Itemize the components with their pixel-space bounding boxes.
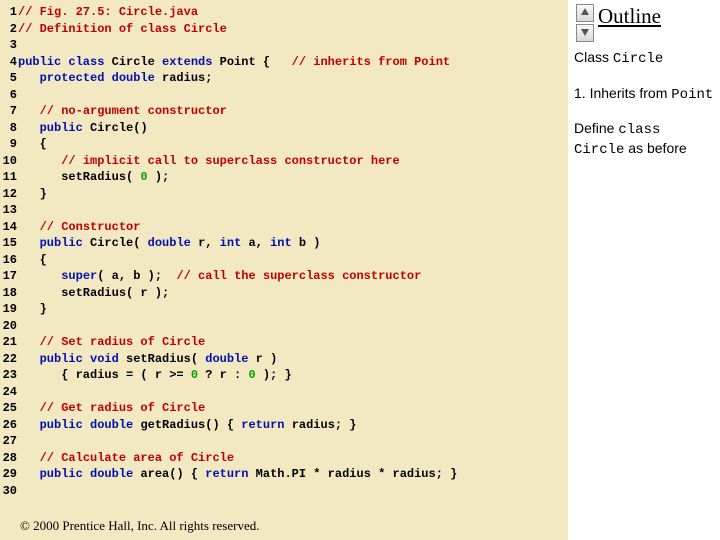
line-text xyxy=(17,202,568,219)
line-number: 7 xyxy=(0,103,17,120)
line-number: 8 xyxy=(0,120,17,137)
line-number: 10 xyxy=(0,153,17,170)
code-body: 1// Fig. 27.5: Circle.java2// Definition… xyxy=(0,0,568,516)
code-line: 29 public double area() { return Math.PI… xyxy=(0,466,568,483)
line-text: } xyxy=(17,301,568,318)
line-text: public double area() { return Math.PI * … xyxy=(17,466,568,483)
code-line: 9 { xyxy=(0,136,568,153)
code-line: 24 xyxy=(0,384,568,401)
line-text: // Fig. 27.5: Circle.java xyxy=(17,4,568,21)
line-number: 4 xyxy=(0,54,17,71)
outline-note: 1. Inherits from Point xyxy=(574,85,716,105)
line-text: public Circle( double r, int a, int b ) xyxy=(17,235,568,252)
line-number: 1 xyxy=(0,4,17,21)
code-line: 12 } xyxy=(0,186,568,203)
code-line: 7 // no-argument constructor xyxy=(0,103,568,120)
line-number: 5 xyxy=(0,70,17,87)
line-number: 22 xyxy=(0,351,17,368)
copyright-footer: © 2000 Prentice Hall, Inc. All rights re… xyxy=(0,516,568,540)
line-number: 30 xyxy=(0,483,17,500)
code-line: 16 { xyxy=(0,252,568,269)
code-line: 28 // Calculate area of Circle xyxy=(0,450,568,467)
line-text: public void setRadius( double r ) xyxy=(17,351,568,368)
line-text: { xyxy=(17,252,568,269)
line-text: public class Circle extends Point { // i… xyxy=(17,54,568,71)
line-number: 21 xyxy=(0,334,17,351)
line-number: 3 xyxy=(0,37,17,54)
line-number: 27 xyxy=(0,433,17,450)
code-line: 13 xyxy=(0,202,568,219)
code-line: 6 xyxy=(0,87,568,104)
line-text: protected double radius; xyxy=(17,70,568,87)
outline-notes: Class Circle 1. Inherits from Point Define… xyxy=(574,49,716,159)
code-line: 3 xyxy=(0,37,568,54)
code-line: 30 xyxy=(0,483,568,500)
line-number: 23 xyxy=(0,367,17,384)
code-line: 18 setRadius( r ); xyxy=(0,285,568,302)
code-line: 21 // Set radius of Circle xyxy=(0,334,568,351)
code-line: 27 xyxy=(0,433,568,450)
outline-note: Define class Circle as before xyxy=(574,120,716,159)
code-line: 25 // Get radius of Circle xyxy=(0,400,568,417)
line-number: 26 xyxy=(0,417,17,434)
line-number: 20 xyxy=(0,318,17,335)
line-text: // implicit call to superclass construct… xyxy=(17,153,568,170)
outline-note: Class Circle xyxy=(574,49,716,69)
line-number: 12 xyxy=(0,186,17,203)
code-line: 1// Fig. 27.5: Circle.java xyxy=(0,4,568,21)
line-number: 13 xyxy=(0,202,17,219)
line-number: 2 xyxy=(0,21,17,38)
line-number: 11 xyxy=(0,169,17,186)
line-number: 29 xyxy=(0,466,17,483)
code-line: 14 // Constructor xyxy=(0,219,568,236)
outline-heading: Outline xyxy=(598,4,716,29)
line-text xyxy=(17,483,568,500)
line-text xyxy=(17,37,568,54)
line-number: 16 xyxy=(0,252,17,269)
code-line: 23 { radius = ( r >= 0 ? r : 0 ); } xyxy=(0,367,568,384)
code-line: 17 super( a, b ); // call the superclass… xyxy=(0,268,568,285)
line-number: 6 xyxy=(0,87,17,104)
outline-sidebar: Outline Class Circle 1. Inherits from Poi… xyxy=(568,0,720,540)
code-line: 20 xyxy=(0,318,568,335)
line-number: 14 xyxy=(0,219,17,236)
line-text: public double getRadius() { return radiu… xyxy=(17,417,568,434)
code-line: 2// Definition of class Circle xyxy=(0,21,568,38)
line-text: public Circle() xyxy=(17,120,568,137)
line-text: setRadius( r ); xyxy=(17,285,568,302)
line-text: // Constructor xyxy=(17,219,568,236)
code-line: 22 public void setRadius( double r ) xyxy=(0,351,568,368)
code-line: 4public class Circle extends Point { // … xyxy=(0,54,568,71)
code-panel: 1// Fig. 27.5: Circle.java2// Definition… xyxy=(0,0,568,540)
line-number: 25 xyxy=(0,400,17,417)
code-line: 15 public Circle( double r, int a, int b… xyxy=(0,235,568,252)
line-number: 15 xyxy=(0,235,17,252)
line-text: // Get radius of Circle xyxy=(17,400,568,417)
line-number: 17 xyxy=(0,268,17,285)
line-number: 19 xyxy=(0,301,17,318)
line-text xyxy=(17,433,568,450)
code-line: 11 setRadius( 0 ); xyxy=(0,169,568,186)
code-line: 26 public double getRadius() { return ra… xyxy=(0,417,568,434)
code-line: 19 } xyxy=(0,301,568,318)
line-text xyxy=(17,384,568,401)
line-text xyxy=(17,318,568,335)
code-line: 5 protected double radius; xyxy=(0,70,568,87)
line-number: 28 xyxy=(0,450,17,467)
line-number: 24 xyxy=(0,384,17,401)
line-number: 18 xyxy=(0,285,17,302)
code-line: 10 // implicit call to superclass constr… xyxy=(0,153,568,170)
line-text: // no-argument constructor xyxy=(17,103,568,120)
line-text: // Set radius of Circle xyxy=(17,334,568,351)
line-text xyxy=(17,87,568,104)
line-text: super( a, b ); // call the superclass co… xyxy=(17,268,568,285)
line-text: // Definition of class Circle xyxy=(17,21,568,38)
line-text: setRadius( 0 ); xyxy=(17,169,568,186)
line-text: { xyxy=(17,136,568,153)
line-text: } xyxy=(17,186,568,203)
line-text: { radius = ( r >= 0 ? r : 0 ); } xyxy=(17,367,568,384)
code-line: 8 public Circle() xyxy=(0,120,568,137)
line-text: // Calculate area of Circle xyxy=(17,450,568,467)
line-number: 9 xyxy=(0,136,17,153)
